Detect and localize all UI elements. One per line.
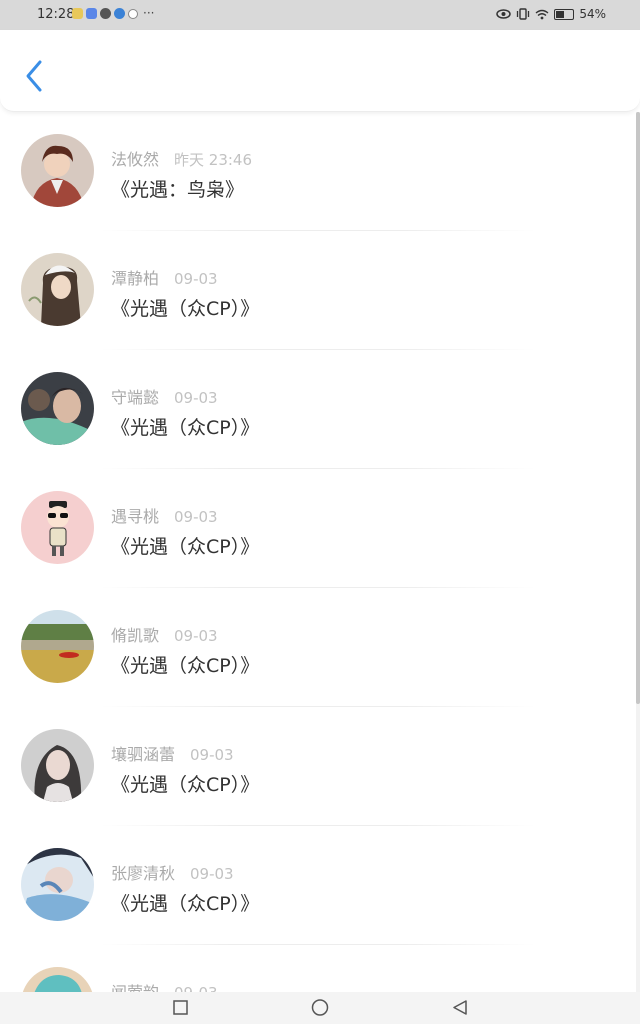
sender-line: 遇寻桃 09-03: [111, 503, 218, 527]
message-time: 09-03: [174, 508, 218, 526]
message-time: 09-03: [190, 865, 234, 883]
sender-name: 脩凯歌: [111, 626, 160, 645]
avatar[interactable]: [21, 848, 94, 921]
circle-home-icon: [311, 999, 329, 1016]
list-item[interactable]: 脩凯歌 09-03 《光遇（众CP）》: [0, 588, 636, 707]
message-time: 09-03: [190, 746, 234, 764]
sender-line: 脩凯歌 09-03: [111, 622, 218, 646]
sender-name: 守端懿: [111, 388, 160, 407]
list-item[interactable]: 守端懿 09-03 《光遇（众CP）》: [0, 350, 636, 469]
more-notifications-icon: ···: [143, 6, 155, 20]
message-list: 法攸然昨天 23:46 《光遇：鸟枭》 潭静柏 09-03 《光遇（众CP）》: [0, 112, 636, 1024]
battery-icon: [554, 8, 575, 20]
system-nav-bar: [0, 992, 640, 1024]
chevron-left-icon: [26, 60, 42, 92]
sender-line: 法攸然 昨天 23:46: [111, 146, 252, 170]
status-system-icons: 54%: [496, 7, 606, 21]
list-item[interactable]: 法攸然 昨天 23:46 《光遇：鸟枭》: [0, 112, 636, 231]
app-notification-icon: [72, 8, 83, 19]
baidu-notification-icon: [86, 8, 97, 19]
list-item[interactable]: 壤驷涵蕾 09-03 《光遇（众CP）》: [0, 707, 636, 826]
list-item[interactable]: 张廖清秋 09-03 《光遇（众CP）》: [0, 826, 636, 945]
wifi-icon: [535, 9, 549, 19]
sender-name: 遇寻桃: [111, 507, 160, 526]
message-preview: 《光遇（众CP）》: [111, 536, 260, 558]
eye-comfort-icon: [496, 9, 512, 19]
message-preview: 《光遇（众CP）》: [111, 655, 260, 677]
list-item[interactable]: 遇寻桃 09-03 《光遇（众CP）》: [0, 469, 636, 588]
sender-line: 守端懿 09-03: [111, 384, 218, 408]
sender-name: 潭静柏: [111, 269, 160, 288]
message-time: 09-03: [174, 270, 218, 288]
avatar[interactable]: [21, 372, 94, 445]
list-item[interactable]: 潭静柏 09-03 《光遇（众CP）》: [0, 231, 636, 350]
avatar[interactable]: [21, 134, 94, 207]
message-preview: 《光遇：鸟枭》: [111, 179, 245, 201]
status-time: 12:28: [37, 7, 75, 22]
triangle-back-icon: [453, 1000, 467, 1015]
sender-name: 壤驷涵蕾: [111, 745, 176, 764]
message-preview: 《光遇（众CP）》: [111, 417, 260, 439]
sender-name: 张廖清秋: [111, 864, 176, 883]
app-notification-icon: [114, 8, 125, 19]
sender-line: 壤驷涵蕾 09-03: [111, 741, 234, 765]
avatar[interactable]: [21, 729, 94, 802]
message-preview: 《光遇（众CP）》: [111, 893, 260, 915]
header: [0, 30, 640, 112]
avatar[interactable]: [21, 610, 94, 683]
message-time: 昨天 23:46: [174, 151, 253, 169]
status-notification-icons: ···: [72, 6, 155, 20]
message-preview: 《光遇（众CP）》: [111, 774, 260, 796]
scrollbar-thumb[interactable]: [636, 112, 640, 704]
home-button[interactable]: [300, 992, 340, 1024]
avatar[interactable]: [21, 491, 94, 564]
message-preview: 《光遇（众CP）》: [111, 298, 260, 320]
sender-name: 法攸然: [111, 150, 160, 169]
battery-percent: 54%: [579, 7, 606, 21]
avatar[interactable]: [21, 253, 94, 326]
app-notification-icon: [128, 9, 138, 19]
nav-back-button[interactable]: [440, 992, 480, 1024]
message-time: 09-03: [174, 389, 218, 407]
wechat-notification-icon: [100, 8, 111, 19]
back-button[interactable]: [20, 58, 50, 94]
vibrate-icon: [517, 8, 530, 20]
status-bar: 12:28 ··· 54%: [0, 0, 640, 30]
sender-line: 张廖清秋 09-03: [111, 860, 234, 884]
message-time: 09-03: [174, 627, 218, 645]
square-recents-icon: [173, 1000, 188, 1015]
sender-line: 潭静柏 09-03: [111, 265, 218, 289]
recents-button[interactable]: [160, 992, 200, 1024]
screen: 12:28 ··· 54% 法攸然 昨天 23:46 《光遇：鸟枭》 潭静柏 0…: [0, 0, 640, 1024]
